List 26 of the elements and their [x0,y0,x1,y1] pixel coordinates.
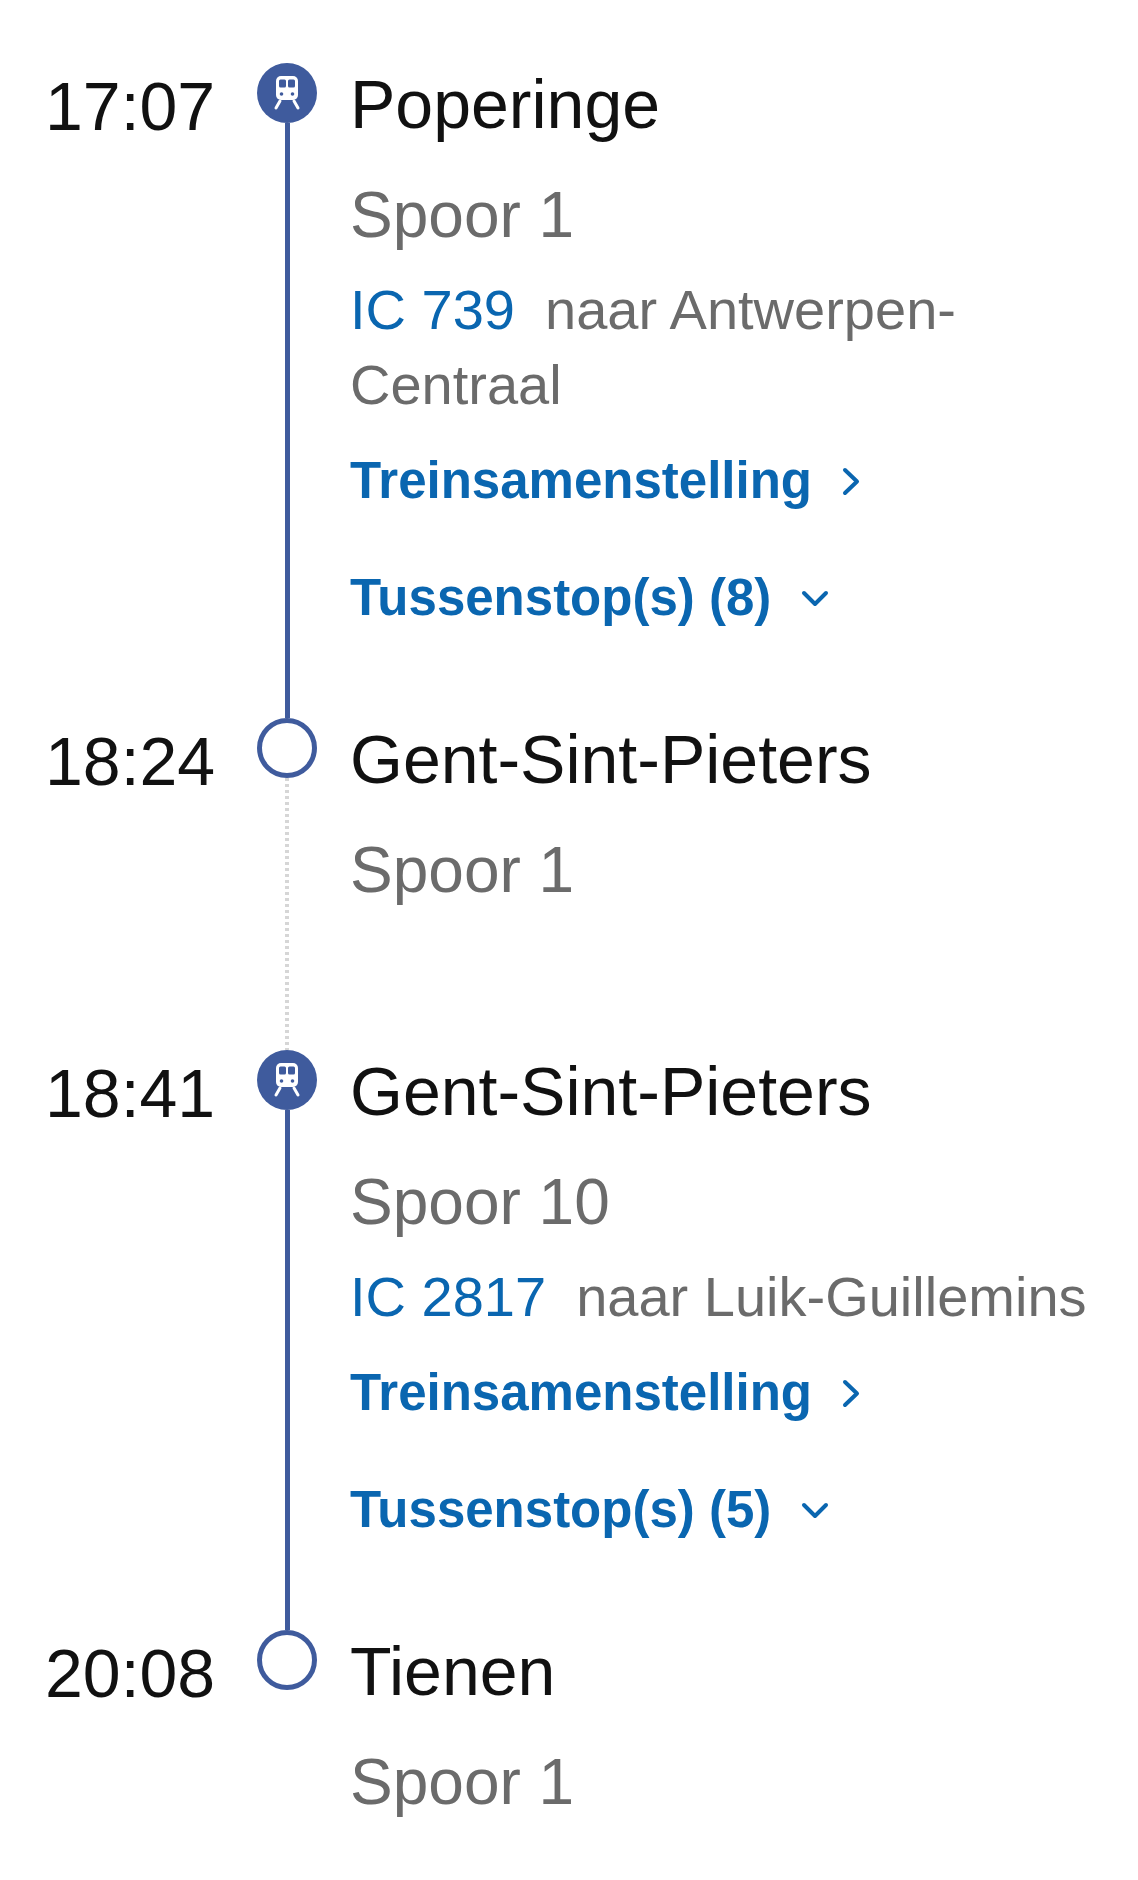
station-name: Gent-Sint-Pieters [350,721,872,797]
train-composition-link[interactable]: Treinsamenstelling [350,1363,861,1423]
platform-label: Spoor 10 [350,1165,610,1240]
stop-ring-icon [257,1630,317,1690]
platform-label: Spoor 1 [350,178,575,253]
station-name: Gent-Sint-Pieters [350,1053,872,1129]
stop-time: 17:07 [45,68,217,144]
intermediate-stops-toggle[interactable]: Tussenstop(s) (8) [350,568,830,628]
stop-time: 18:24 [45,723,217,799]
station-name: Tienen [350,1633,556,1709]
train-icon [257,1050,317,1110]
stop-ring-icon [257,718,317,778]
chevron-right-icon [842,466,861,496]
station-name: Poperinge [350,66,661,142]
train-service-line: IC 2817 naar Luik-Guillemins [350,1264,1087,1330]
chevron-down-icon [801,589,830,607]
intermediate-stops-toggle[interactable]: Tussenstop(s) (5) [350,1480,830,1540]
stop-time: 20:08 [45,1635,217,1711]
platform-label: Spoor 1 [350,833,575,908]
train-icon [257,63,317,123]
chevron-right-icon [842,1378,861,1408]
train-composition-link[interactable]: Treinsamenstelling [350,451,861,511]
train-service-line: IC 739 naar Antwerpen-Centraal [350,277,957,418]
stop-time: 18:41 [45,1055,217,1131]
chevron-down-icon [801,1501,830,1519]
platform-label: Spoor 1 [350,1745,575,1820]
